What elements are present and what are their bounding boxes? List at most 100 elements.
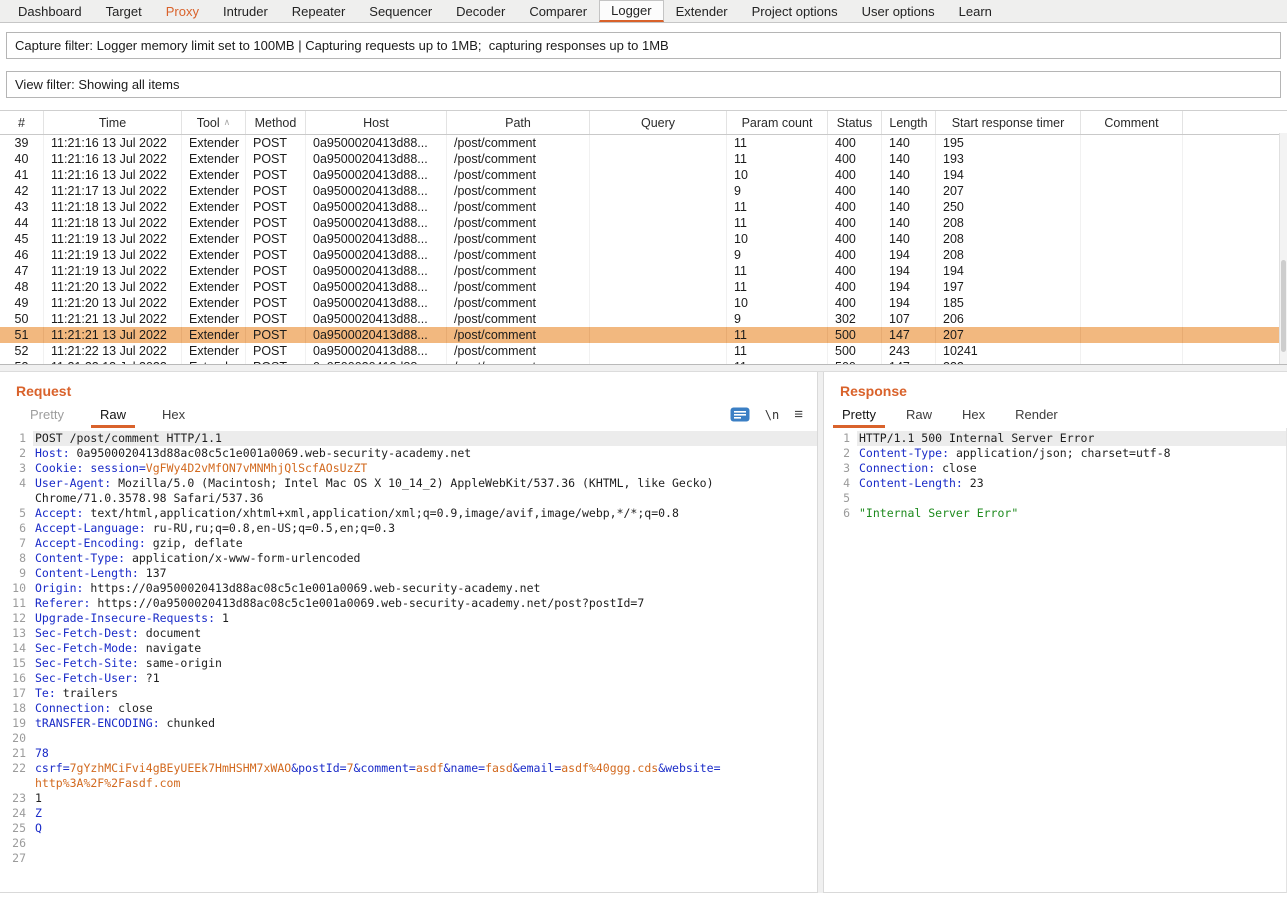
- cell: 11: [727, 263, 828, 279]
- request-tab-pretty[interactable]: Pretty: [28, 403, 66, 426]
- cell: POST: [246, 135, 306, 151]
- menu-tab-repeater[interactable]: Repeater: [280, 0, 357, 22]
- line-number: 19: [0, 716, 33, 731]
- line-number: 18: [0, 701, 33, 716]
- column-header-label: Param count: [742, 116, 813, 130]
- line-number: 4: [824, 476, 857, 491]
- table-row-42[interactable]: 4211:21:17 13 Jul 2022ExtenderPOST0a9500…: [0, 183, 1287, 199]
- column-header-host[interactable]: Host: [306, 111, 447, 134]
- cell: 500: [828, 359, 882, 364]
- editor-menu-icon[interactable]: ≡: [794, 406, 803, 423]
- response-tab-raw[interactable]: Raw: [904, 403, 934, 426]
- cell: Extender: [182, 135, 246, 151]
- code-line: 16Sec-Fetch-User: ?1: [0, 671, 817, 686]
- line-content: [33, 836, 817, 851]
- view-filter-bar[interactable]: View filter: Showing all items: [6, 71, 1281, 98]
- line-number: 8: [0, 551, 33, 566]
- request-tab-raw[interactable]: Raw: [98, 403, 128, 426]
- column-header-comment[interactable]: Comment: [1081, 111, 1183, 134]
- table-scrollbar[interactable]: [1279, 133, 1287, 364]
- column-header-tool[interactable]: Tool∧: [182, 111, 246, 134]
- menu-tab-extender[interactable]: Extender: [664, 0, 740, 22]
- cell: 49: [0, 295, 44, 311]
- menu-tab-decoder[interactable]: Decoder: [444, 0, 517, 22]
- code-span: Connection:: [859, 461, 935, 475]
- column-header-status[interactable]: Status: [828, 111, 882, 134]
- line-number: 1: [0, 431, 33, 446]
- table-row-40[interactable]: 4011:21:16 13 Jul 2022ExtenderPOST0a9500…: [0, 151, 1287, 167]
- request-tab-hex[interactable]: Hex: [160, 403, 187, 426]
- code-span: 1: [215, 611, 229, 625]
- cell: [590, 295, 727, 311]
- response-tabs-row: Pretty Raw Hex Render: [824, 401, 1287, 428]
- line-content: [857, 491, 1286, 506]
- response-tab-pretty[interactable]: Pretty: [840, 403, 878, 426]
- cell: [1081, 247, 1183, 263]
- menu-tab-sequencer[interactable]: Sequencer: [357, 0, 444, 22]
- table-row-47[interactable]: 4711:21:19 13 Jul 2022ExtenderPOST0a9500…: [0, 263, 1287, 279]
- column-header-query[interactable]: Query: [590, 111, 727, 134]
- column-header-length[interactable]: Length: [882, 111, 936, 134]
- table-row-44[interactable]: 4411:21:18 13 Jul 2022ExtenderPOST0a9500…: [0, 215, 1287, 231]
- table-row-45[interactable]: 4511:21:19 13 Jul 2022ExtenderPOST0a9500…: [0, 231, 1287, 247]
- horizontal-splitter[interactable]: [0, 364, 1287, 372]
- cell: 140: [882, 151, 936, 167]
- table-row-48[interactable]: 4811:21:20 13 Jul 2022ExtenderPOST0a9500…: [0, 279, 1287, 295]
- menu-tab-target[interactable]: Target: [94, 0, 154, 22]
- line-content: Cookie: session=VgFWy4D2vMfON7vMNMhjQlSc…: [33, 461, 817, 476]
- column-header-method[interactable]: Method: [246, 111, 306, 134]
- menu-tab-dashboard[interactable]: Dashboard: [6, 0, 94, 22]
- response-tab-hex[interactable]: Hex: [960, 403, 987, 426]
- column-header-path[interactable]: Path: [447, 111, 590, 134]
- response-editor[interactable]: 1HTTP/1.1 500 Internal Server Error2Cont…: [824, 428, 1287, 893]
- request-editor[interactable]: 1POST /post/comment HTTP/1.12Host: 0a950…: [0, 428, 817, 893]
- word-wrap-icon[interactable]: [730, 407, 750, 422]
- table-row-53[interactable]: 5311:21:22 13 Jul 2022ExtenderPOST0a9500…: [0, 359, 1287, 364]
- cell: [590, 199, 727, 215]
- cell: 9: [727, 247, 828, 263]
- menu-tab-learn[interactable]: Learn: [947, 0, 1004, 22]
- menu-tab-project-options[interactable]: Project options: [740, 0, 850, 22]
- table-row-51[interactable]: 5111:21:21 13 Jul 2022ExtenderPOST0a9500…: [0, 327, 1287, 343]
- cell: /post/comment: [447, 231, 590, 247]
- code-span: chunked: [160, 716, 215, 730]
- code-span: same-origin: [139, 656, 222, 670]
- scrollbar-thumb[interactable]: [1281, 260, 1286, 352]
- code-line: 17Te: trailers: [0, 686, 817, 701]
- cell: 50: [0, 311, 44, 327]
- cell: 147: [882, 359, 936, 364]
- response-tab-render[interactable]: Render: [1013, 403, 1060, 426]
- code-span: 0a9500020413d88ac08c5c1e001a0069.web-sec…: [70, 446, 472, 460]
- cell: 11:21:19 13 Jul 2022: [44, 231, 182, 247]
- cell: POST: [246, 231, 306, 247]
- cell: 194: [882, 247, 936, 263]
- newline-toggle-icon[interactable]: \n: [765, 408, 779, 422]
- table-row-52[interactable]: 5211:21:22 13 Jul 2022ExtenderPOST0a9500…: [0, 343, 1287, 359]
- line-content: Sec-Fetch-Dest: document: [33, 626, 817, 641]
- column-header-number[interactable]: #: [0, 111, 44, 134]
- table-row-50[interactable]: 5011:21:21 13 Jul 2022ExtenderPOST0a9500…: [0, 311, 1287, 327]
- menu-tab-comparer[interactable]: Comparer: [517, 0, 599, 22]
- menu-tab-intruder[interactable]: Intruder: [211, 0, 280, 22]
- cell: /post/comment: [447, 359, 590, 364]
- column-header-start-response-timer[interactable]: Start response timer: [936, 111, 1081, 134]
- column-header-time[interactable]: Time: [44, 111, 182, 134]
- cell: POST: [246, 247, 306, 263]
- line-content: [33, 851, 817, 866]
- cell: [1081, 199, 1183, 215]
- menu-tab-proxy[interactable]: Proxy: [154, 0, 211, 22]
- table-row-39[interactable]: 3911:21:16 13 Jul 2022ExtenderPOST0a9500…: [0, 135, 1287, 151]
- cell: 400: [828, 183, 882, 199]
- table-row-46[interactable]: 4611:21:19 13 Jul 2022ExtenderPOST0a9500…: [0, 247, 1287, 263]
- cell: [1081, 279, 1183, 295]
- code-line: 18Connection: close: [0, 701, 817, 716]
- line-number: 5: [824, 491, 857, 506]
- menu-tab-user-options[interactable]: User options: [850, 0, 947, 22]
- table-row-43[interactable]: 4311:21:18 13 Jul 2022ExtenderPOST0a9500…: [0, 199, 1287, 215]
- capture-filter-bar[interactable]: Capture filter: Logger memory limit set …: [6, 32, 1281, 59]
- table-row-41[interactable]: 4111:21:16 13 Jul 2022ExtenderPOST0a9500…: [0, 167, 1287, 183]
- table-row-49[interactable]: 4911:21:20 13 Jul 2022ExtenderPOST0a9500…: [0, 295, 1287, 311]
- vertical-splitter[interactable]: [817, 372, 824, 893]
- menu-tab-logger[interactable]: Logger: [599, 0, 663, 22]
- column-header-param-count[interactable]: Param count: [727, 111, 828, 134]
